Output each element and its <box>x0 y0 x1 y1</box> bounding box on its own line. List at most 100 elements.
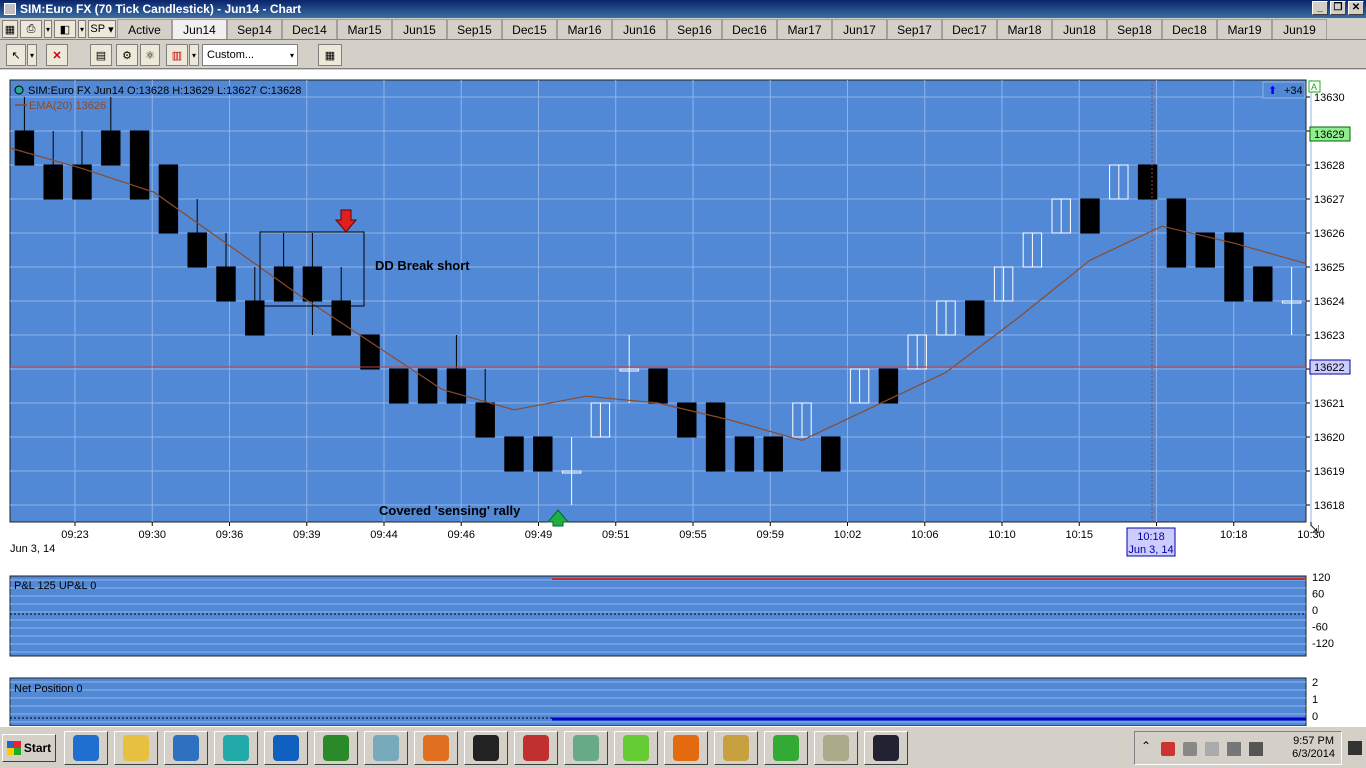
pnl-panel-label: P&L 125 UP&L 0 <box>14 580 96 592</box>
y-tick-label: 13625 <box>1314 262 1345 274</box>
indicators-icon[interactable]: ⚙ <box>116 44 138 66</box>
usb-icon[interactable] <box>1183 742 1197 756</box>
tab-mar16[interactable]: Mar16 <box>557 19 612 39</box>
tab-sep16[interactable]: Sep16 <box>667 19 722 39</box>
x-tick-label: 09:49 <box>525 529 553 541</box>
antivirus-icon[interactable] <box>1161 742 1175 756</box>
x-tick-label: 10:15 <box>1065 529 1093 541</box>
chart-area[interactable]: 13630 13629 13628 13627 13626 13625 13624 13623… <box>0 70 1366 726</box>
tab-jun15[interactable]: Jun15 <box>392 19 447 39</box>
tab-dec14[interactable]: Dec14 <box>282 19 337 39</box>
clock[interactable]: 9:57 PM 6/3/2014 <box>1292 735 1335 761</box>
strategies-icon[interactable]: ⚛ <box>140 44 160 66</box>
tab-jun14[interactable]: Jun14 <box>172 19 227 39</box>
tab-dec17[interactable]: Dec17 <box>942 19 997 39</box>
entry-annotation-text[interactable]: DD Break short <box>375 258 470 273</box>
close-button[interactable]: ✕ <box>1348 1 1364 15</box>
tab-mar19[interactable]: Mar19 <box>1217 19 1272 39</box>
chart-svg[interactable]: 13630 13629 13628 13627 13626 13625 13624 13623… <box>0 70 1366 726</box>
x-tick-label: 09:39 <box>293 529 321 541</box>
exit-annotation-text[interactable]: Covered 'sensing' rally <box>379 503 521 518</box>
outlook-icon[interactable] <box>414 731 458 765</box>
tab-sep17[interactable]: Sep17 <box>887 19 942 39</box>
instrument-icon[interactable]: ▤ <box>90 44 112 66</box>
workspace-dropdown-icon[interactable]: ▾ <box>78 20 86 38</box>
restore-button[interactable]: ❐ <box>1330 1 1346 15</box>
files-icon-glyph <box>723 735 749 761</box>
explorer-icon[interactable] <box>114 731 158 765</box>
np-tick-label: 1 <box>1312 694 1318 706</box>
resize-corner-icon[interactable]: ⇲ <box>1310 524 1319 536</box>
chrome-icon[interactable] <box>764 731 808 765</box>
cursor-icon[interactable]: ↖ <box>6 44 26 66</box>
workspace-icon[interactable]: ◧ <box>54 20 76 38</box>
minimize-button[interactable]: _ <box>1312 1 1328 15</box>
media-icon-glyph <box>173 735 199 761</box>
template-select[interactable]: Custom... ▾ <box>202 44 298 66</box>
y-tick-label: 13619 <box>1314 466 1345 478</box>
tab-dec15[interactable]: Dec15 <box>502 19 557 39</box>
lync-icon[interactable] <box>264 731 308 765</box>
tab-jun17[interactable]: Jun17 <box>832 19 887 39</box>
tab-sep15[interactable]: Sep15 <box>447 19 502 39</box>
candle-body <box>389 368 409 404</box>
tab-jun19[interactable]: Jun19 <box>1272 19 1327 39</box>
tab-dec18[interactable]: Dec18 <box>1162 19 1217 39</box>
paint-icon[interactable] <box>814 731 858 765</box>
data-box-icon[interactable]: ▦ <box>318 44 342 66</box>
network-icon[interactable] <box>214 731 258 765</box>
remote-icon[interactable] <box>564 731 608 765</box>
tray-expand-icon[interactable]: ⌃ <box>1141 739 1155 753</box>
tab-jun16[interactable]: Jun16 <box>612 19 667 39</box>
instrument-selector[interactable]: SP ▾ <box>88 20 116 38</box>
candle-body <box>1253 266 1273 302</box>
chart-style-icon[interactable]: ▥ <box>166 44 188 66</box>
start-button[interactable]: Start <box>2 734 56 762</box>
battery-icon[interactable] <box>1205 742 1219 756</box>
tab-jun18[interactable]: Jun18 <box>1052 19 1107 39</box>
ema-legend-text: EMA(20) 13626 <box>29 100 106 112</box>
firefox-icon[interactable] <box>664 731 708 765</box>
volume-icon[interactable] <box>1249 742 1263 756</box>
media-icon[interactable] <box>164 731 208 765</box>
pnl-tick-label: -120 <box>1312 638 1334 650</box>
chart-style-dropdown-icon[interactable]: ▾ <box>189 44 199 66</box>
tab-sep14[interactable]: Sep14 <box>227 19 282 39</box>
show-desktop-icon[interactable] <box>1348 741 1362 755</box>
candle-body <box>417 368 438 404</box>
signal-icon[interactable] <box>1227 742 1241 756</box>
tab-active[interactable]: Active <box>117 19 172 39</box>
cmd-icon[interactable] <box>464 731 508 765</box>
windows-logo-icon <box>6 741 21 755</box>
candle-body <box>360 334 380 370</box>
y-tick-label: 13627 <box>1314 194 1345 206</box>
new-chart-icon[interactable]: ▦ <box>2 20 18 38</box>
print-dropdown-icon[interactable]: ▾ <box>44 20 52 38</box>
candle-body <box>648 368 668 404</box>
vmware-icon[interactable] <box>614 731 658 765</box>
chart-app-icon[interactable] <box>314 731 358 765</box>
files-icon[interactable] <box>714 731 758 765</box>
x-tick-label: 10:18 <box>1220 529 1248 541</box>
chart-window-icon[interactable] <box>864 731 908 765</box>
x-tick-label: 09:23 <box>61 529 89 541</box>
candle-body <box>475 402 495 438</box>
print-icon[interactable]: ⎙ <box>20 20 42 38</box>
notes-icon[interactable] <box>364 731 408 765</box>
tab-mar15[interactable]: Mar15 <box>337 19 392 39</box>
tab-sep18[interactable]: Sep18 <box>1107 19 1162 39</box>
chart-header-text: SIM:Euro FX Jun14 O:13628 H:13629 L:1362… <box>28 85 301 97</box>
candle-body <box>43 164 63 200</box>
vmware-icon-glyph <box>623 735 649 761</box>
tab-dec16[interactable]: Dec16 <box>722 19 777 39</box>
tab-mar17[interactable]: Mar17 <box>777 19 832 39</box>
candle-body <box>533 436 553 472</box>
price-line-tag-text: 13622 <box>1314 362 1345 374</box>
tab-mar18[interactable]: Mar18 <box>997 19 1052 39</box>
cursor-dropdown-icon[interactable]: ▾ <box>27 44 37 66</box>
ie-icon[interactable] <box>64 731 108 765</box>
y-tick-label: 13628 <box>1314 160 1345 172</box>
remove-drawings-icon[interactable]: ✕ <box>46 44 68 66</box>
rsa-icon[interactable] <box>514 731 558 765</box>
x-tick-label: 10:10 <box>988 529 1016 541</box>
